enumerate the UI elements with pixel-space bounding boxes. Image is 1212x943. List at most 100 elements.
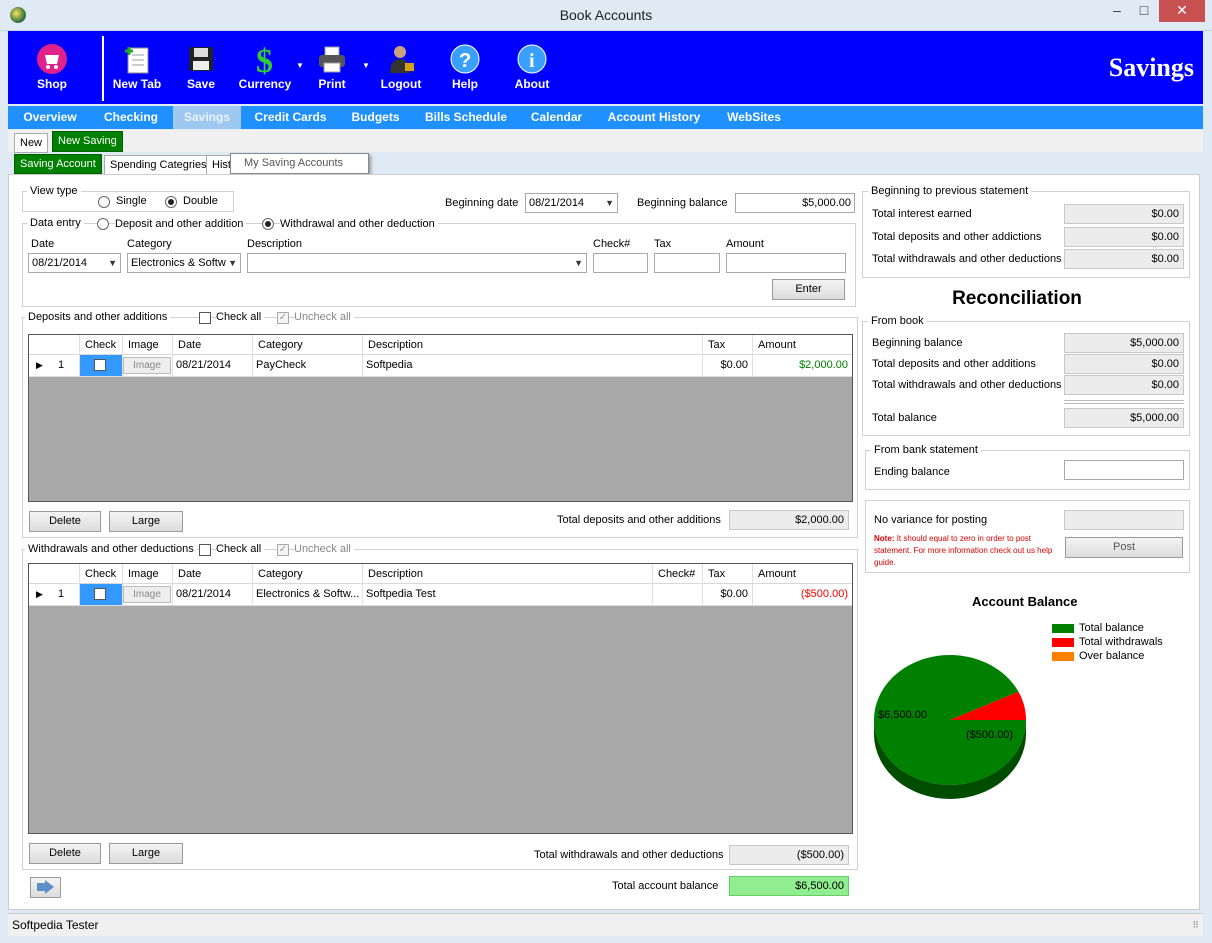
next-arrow-button[interactable]: [30, 877, 61, 898]
row-description: Softpedia: [362, 355, 702, 376]
deposits-large-button[interactable]: Large: [109, 511, 183, 532]
withdrawals-large-button[interactable]: Large: [109, 843, 183, 864]
print-button[interactable]: Print: [300, 31, 364, 104]
deposits-check-all-label: Check all: [216, 311, 265, 323]
nav-budgets[interactable]: Budgets: [343, 106, 408, 129]
chevron-down-icon: ▼: [605, 198, 614, 208]
deposits-uncheck-all-checkbox[interactable]: ✓: [277, 312, 289, 324]
deposits-check-all-checkbox[interactable]: [199, 312, 211, 324]
nav-account-history[interactable]: Account History: [600, 106, 708, 129]
nav-calendar[interactable]: Calendar: [523, 106, 590, 129]
entry-date-picker[interactable]: 08/21/2014 ▼: [28, 253, 121, 273]
single-radio[interactable]: [98, 196, 110, 208]
column-header-amount[interactable]: Amount: [752, 335, 852, 355]
double-radio[interactable]: [165, 196, 177, 208]
beginning-date-picker[interactable]: 08/21/2014 ▼: [525, 193, 618, 213]
help-button[interactable]: ? Help: [433, 31, 497, 104]
column-header-check-number[interactable]: Check#: [652, 564, 702, 584]
nav-credit-cards[interactable]: Credit Cards: [248, 106, 333, 129]
column-header-image[interactable]: Image: [122, 335, 172, 355]
row-image-cell: Image: [122, 584, 172, 605]
beginning-date-label: Beginning date: [445, 197, 519, 209]
withdrawals-total-value: ($500.00): [729, 845, 849, 865]
row-check-cell[interactable]: [79, 355, 122, 376]
row-check-cell[interactable]: [79, 584, 122, 605]
info-icon: i: [516, 43, 548, 75]
withdrawals-delete-button[interactable]: Delete: [29, 843, 101, 864]
ending-balance-field[interactable]: [1064, 460, 1184, 480]
book-withdrawals-label: Total withdrawals and other deductions: [872, 379, 1062, 391]
legend-label-total-balance: Total balance: [1079, 622, 1144, 634]
category-label: Category: [127, 238, 172, 250]
new-tab-label: New Tab: [112, 77, 162, 91]
table-row[interactable]: ▶ 1 Image 08/21/2014 Electronics & Softw…: [29, 584, 852, 606]
prev-withdrawals-label: Total withdrawals and other deductions: [872, 253, 1062, 265]
section-title: Savings: [1108, 53, 1194, 82]
withdrawals-check-all-label: Check all: [216, 543, 265, 555]
about-button[interactable]: i About: [500, 31, 564, 104]
subtab-strip: [8, 130, 1203, 152]
column-header-image[interactable]: Image: [122, 564, 172, 584]
deposit-radio-label: Deposit and other addition: [115, 218, 247, 230]
check-number-label: Check#: [593, 238, 631, 250]
column-header-tax[interactable]: Tax: [702, 335, 752, 355]
row-checkbox[interactable]: [94, 588, 106, 600]
nav-overview[interactable]: Overview: [16, 106, 84, 129]
row-image-button[interactable]: Image: [123, 586, 171, 603]
enter-button[interactable]: Enter: [772, 279, 845, 300]
column-header-date[interactable]: Date: [172, 335, 252, 355]
column-header-description[interactable]: Description: [362, 564, 652, 584]
column-header-check[interactable]: Check: [79, 564, 121, 584]
check-number-field[interactable]: [593, 253, 648, 273]
withdrawals-title: Withdrawals and other deductions: [25, 543, 197, 555]
post-button[interactable]: Post: [1065, 537, 1183, 558]
table-row[interactable]: ▶ 1 Image 08/21/2014 PayCheck Softpedia …: [29, 355, 852, 377]
resize-grip-icon[interactable]: ⠿: [1192, 920, 1199, 931]
description-select[interactable]: ▼: [247, 253, 587, 273]
post-note: Note: It should equal to zero in order t…: [874, 533, 1059, 569]
column-header-amount[interactable]: Amount: [752, 564, 852, 584]
tab-new[interactable]: New: [14, 133, 49, 153]
column-header-check[interactable]: Check: [79, 335, 121, 355]
beginning-balance-field[interactable]: $5,000.00: [735, 193, 855, 213]
account-total-label: Total account balance: [612, 880, 719, 892]
save-button[interactable]: Save: [169, 31, 233, 104]
withdrawals-check-all-checkbox[interactable]: [199, 544, 211, 556]
column-header-date[interactable]: Date: [172, 564, 252, 584]
column-header-tax[interactable]: Tax: [702, 564, 752, 584]
tab-saving-account[interactable]: Saving Account: [14, 154, 102, 174]
nav-websites[interactable]: WebSites: [720, 106, 788, 129]
row-checkbox[interactable]: [94, 359, 106, 371]
category-select[interactable]: Electronics & Softw ▼: [127, 253, 241, 273]
legend-label-total-withdrawals: Total withdrawals: [1079, 636, 1163, 648]
tab-spending-categories[interactable]: Spending Categries: [104, 155, 213, 175]
close-button[interactable]: ✕: [1159, 0, 1205, 22]
data-entry-label: Data entry: [27, 217, 84, 229]
new-tab-button[interactable]: New Tab: [105, 31, 169, 104]
tab-new-saving[interactable]: New Saving: [52, 131, 123, 152]
column-header-description[interactable]: Description: [362, 335, 702, 355]
tax-field[interactable]: [654, 253, 720, 273]
interest-value: $0.00: [1064, 204, 1184, 224]
shop-button[interactable]: Shop: [20, 31, 84, 104]
nav-bills-schedule[interactable]: Bills Schedule: [420, 106, 512, 129]
maximize-button[interactable]: □: [1131, 0, 1157, 22]
logout-button[interactable]: Logout: [369, 31, 433, 104]
row-image-button[interactable]: Image: [123, 357, 171, 374]
column-header-category[interactable]: Category: [252, 335, 362, 355]
status-user: Softpedia Tester: [12, 918, 99, 932]
nav-checking[interactable]: Checking: [96, 106, 166, 129]
nav-savings[interactable]: Savings: [173, 106, 241, 129]
amount-field[interactable]: [726, 253, 846, 273]
currency-button[interactable]: $ Currency: [233, 31, 297, 104]
withdrawal-radio[interactable]: [262, 218, 274, 230]
column-header-category[interactable]: Category: [252, 564, 362, 584]
deposit-radio[interactable]: [97, 218, 109, 230]
previous-statement-title: Beginning to previous statement: [868, 185, 1032, 197]
deposits-total-label: Total deposits and other additions: [557, 514, 721, 526]
row-date: 08/21/2014: [172, 584, 252, 605]
book-total-value: $5,000.00: [1064, 408, 1184, 428]
minimize-button[interactable]: –: [1104, 0, 1130, 22]
withdrawals-uncheck-all-checkbox[interactable]: ✓: [277, 544, 289, 556]
deposits-delete-button[interactable]: Delete: [29, 511, 101, 532]
